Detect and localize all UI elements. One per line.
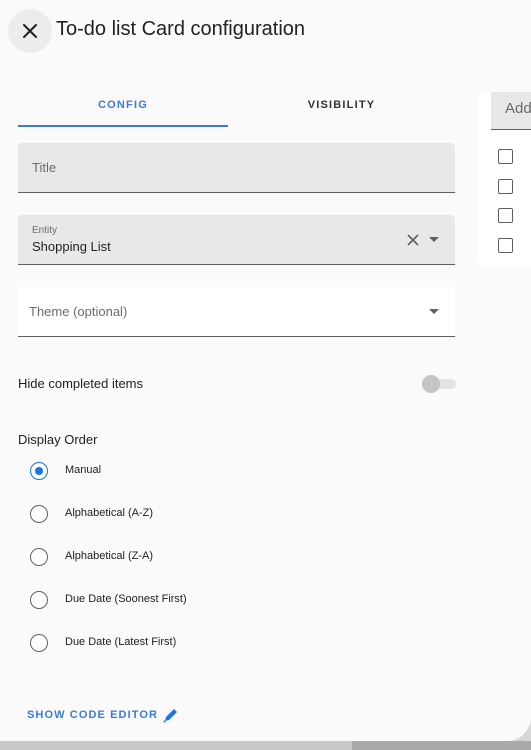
title-field[interactable]: Title [18, 143, 455, 193]
display-order-label: Display Order [18, 432, 98, 447]
todo-checkbox[interactable] [498, 208, 513, 223]
entity-field-label: Entity [32, 225, 58, 236]
radio-label: Manual [65, 464, 102, 476]
entity-field-value: Shopping List [32, 239, 111, 254]
radio-label: Alphabetical (A-Z) [65, 507, 154, 519]
todo-checkbox[interactable] [498, 179, 513, 194]
radio-label: Due Date (Soonest First) [65, 593, 187, 605]
close-button[interactable] [8, 9, 52, 53]
radio-button[interactable] [30, 634, 48, 652]
radio-option-alphabetical-az[interactable]: Alphabetical (A-Z) [30, 504, 330, 526]
backdrop-strip [0, 741, 531, 750]
radio-button[interactable] [30, 591, 48, 609]
backdrop-shade [352, 741, 531, 750]
radio-button[interactable] [30, 505, 48, 523]
title-field-placeholder: Title [32, 160, 57, 175]
chevron-down-icon[interactable] [426, 304, 442, 320]
show-code-editor-label: SHOW CODE EDITOR [27, 709, 159, 721]
active-tab-indicator [18, 125, 228, 127]
radio-dot [35, 467, 43, 475]
radio-button[interactable] [30, 548, 48, 566]
radio-option-manual[interactable]: Manual [30, 461, 330, 483]
todo-preview-card: Add [478, 92, 531, 267]
radio-option-alphabetical-za[interactable]: Alphabetical (Z-A) [30, 547, 330, 569]
toggle-knob [422, 375, 440, 393]
chevron-down-icon[interactable] [426, 232, 442, 248]
radio-option-due-latest[interactable]: Due Date (Latest First) [30, 633, 330, 655]
show-code-editor-button[interactable]: SHOW CODE EDITOR [27, 706, 180, 724]
add-item-field[interactable]: Add [491, 92, 531, 130]
dialog-title: To-do list Card configuration [56, 18, 306, 40]
card-config-dialog: To-do list Card configuration CONFIG VIS… [0, 0, 531, 741]
hide-completed-toggle[interactable] [422, 374, 456, 394]
radio-option-due-soonest[interactable]: Due Date (Soonest First) [30, 590, 330, 612]
theme-field-placeholder: Theme (optional) [29, 304, 128, 319]
radio-button[interactable] [30, 462, 48, 480]
entity-field[interactable]: Entity Shopping List [18, 215, 455, 265]
close-icon [23, 24, 37, 38]
theme-field[interactable]: Theme (optional) [18, 287, 455, 337]
todo-checkbox[interactable] [498, 238, 513, 253]
pencil-icon [163, 709, 178, 723]
radio-label: Alphabetical (Z-A) [65, 550, 154, 562]
todo-checkbox[interactable] [498, 149, 513, 164]
tab-config[interactable]: CONFIG [18, 84, 228, 126]
tab-bar: CONFIG VISIBILITY [18, 84, 455, 128]
add-item-placeholder: Add [505, 100, 531, 117]
tab-visibility[interactable]: VISIBILITY [228, 84, 455, 126]
radio-label: Due Date (Latest First) [65, 636, 177, 648]
clear-icon[interactable] [405, 232, 421, 248]
hide-completed-label: Hide completed items [18, 376, 143, 391]
